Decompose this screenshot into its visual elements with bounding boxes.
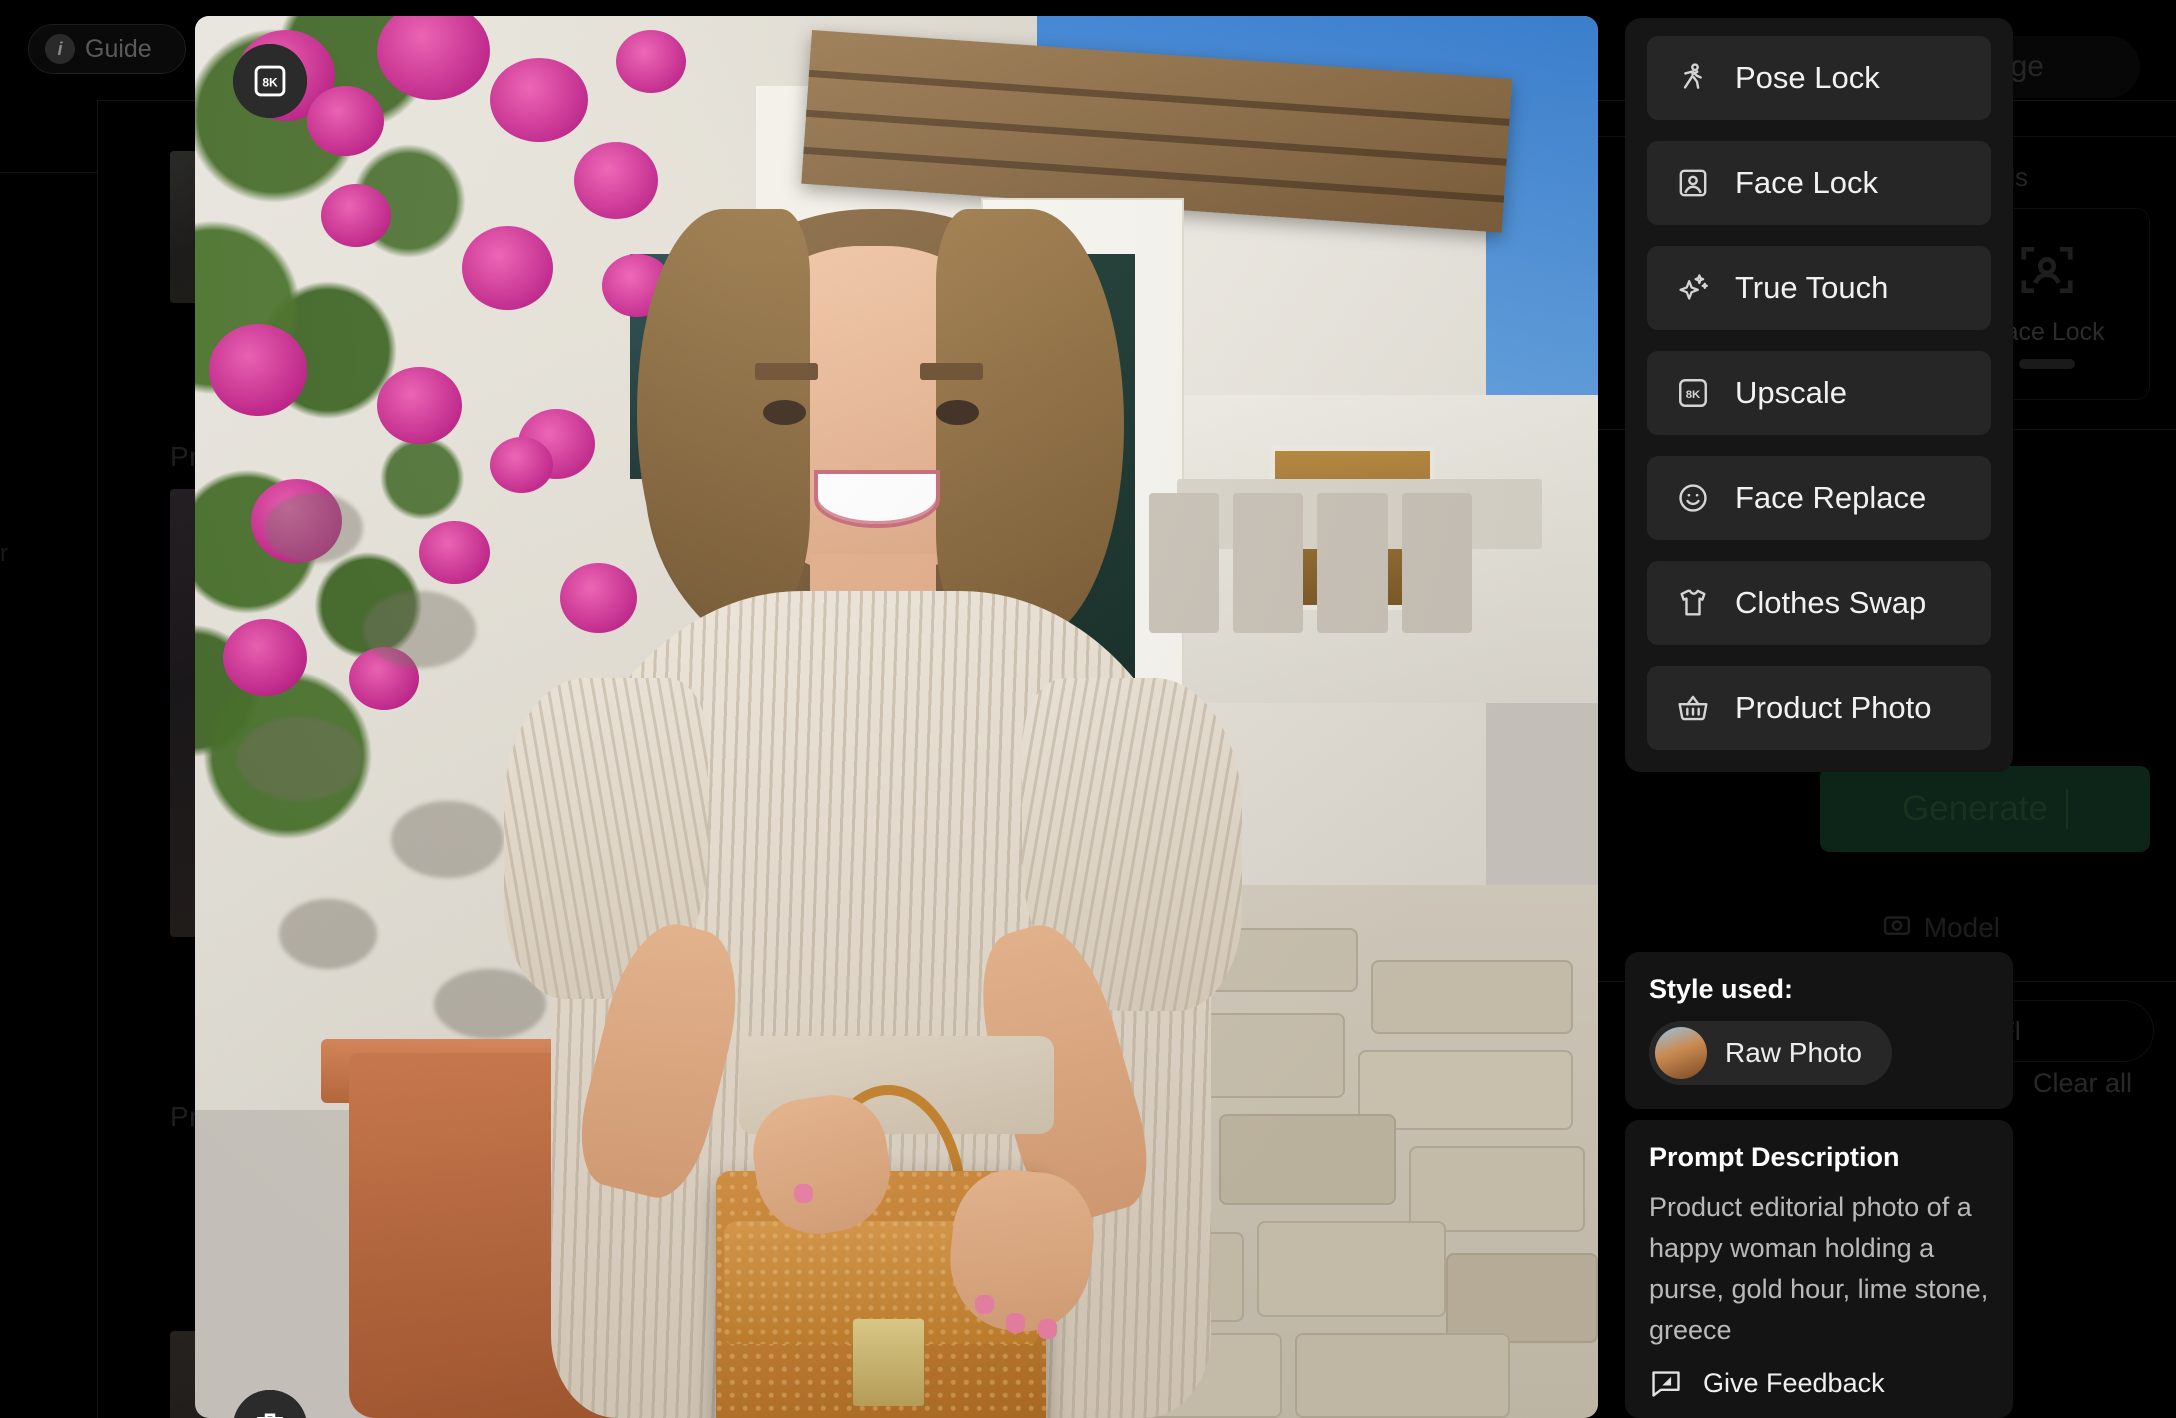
- left-rail-divider: [0, 172, 98, 173]
- model-selector-label: Model: [1923, 911, 2000, 943]
- menu-item-pose-lock[interactable]: Pose Lock: [1647, 36, 1991, 120]
- give-feedback-button[interactable]: Give Feedback: [1625, 1348, 2013, 1418]
- prompt-description-title: Prompt Description: [1649, 1142, 1900, 1172]
- generate-divider: [2065, 789, 2068, 829]
- basket-icon: [1675, 690, 1711, 726]
- photo-lighting-overlay: [195, 16, 1598, 1418]
- menu-item-upscale[interactable]: 8K Upscale: [1647, 351, 1991, 435]
- smiley-icon: [1675, 480, 1711, 516]
- style-chip[interactable]: Raw Photo: [1649, 1021, 1892, 1085]
- image-context-menu: Pose Lock Face Lock True Touch 8K Upscal…: [1625, 18, 2013, 772]
- menu-item-label: Upscale: [1735, 375, 1847, 410]
- menu-item-face-lock[interactable]: Face Lock: [1647, 141, 1991, 225]
- model-selector[interactable]: Model: [1882, 910, 2000, 945]
- generated-photo: [195, 16, 1598, 1418]
- feedback-message-icon: [1649, 1366, 1683, 1400]
- face-lock-icon: [1675, 165, 1711, 201]
- clear-all-button[interactable]: Clear all: [2033, 1068, 2132, 1099]
- style-chip-label: Raw Photo: [1725, 1037, 1862, 1068]
- control-indicator: [2019, 359, 2075, 369]
- style-used-title: Style used:: [1649, 974, 1794, 1004]
- give-feedback-label: Give Feedback: [1703, 1367, 1885, 1398]
- menu-item-label: True Touch: [1735, 270, 1889, 305]
- 8k-icon: 8K: [251, 62, 289, 100]
- menu-item-product-photo[interactable]: Product Photo: [1647, 666, 1991, 750]
- guide-button[interactable]: i Guide: [28, 24, 186, 74]
- generate-button-label: Generate: [1902, 789, 2048, 828]
- 8k-icon: 8K: [1675, 375, 1711, 411]
- image-viewer[interactable]: 8K: [195, 16, 1598, 1418]
- generate-button[interactable]: Generate: [1820, 766, 2150, 852]
- guide-button-label: Guide: [85, 34, 152, 63]
- svg-text:8K: 8K: [1686, 389, 1701, 401]
- style-avatar: [1655, 1027, 1707, 1079]
- menu-item-label: Face Replace: [1735, 480, 1927, 515]
- menu-item-clothes-swap[interactable]: Clothes Swap: [1647, 561, 1991, 645]
- menu-item-true-touch[interactable]: True Touch: [1647, 246, 1991, 330]
- upscale-8k-button[interactable]: 8K: [233, 44, 307, 118]
- face-scan-icon: [2016, 239, 2078, 306]
- svg-text:8K: 8K: [262, 75, 278, 89]
- style-used-card: Style used: Raw Photo: [1625, 952, 2013, 1109]
- tshirt-icon: [1675, 585, 1711, 621]
- prompt-description-card: Prompt Description Product editorial pho…: [1625, 1120, 2013, 1377]
- camera-icon: [1882, 910, 1912, 945]
- prompt-description-body: Product editorial photo of a happy woman…: [1649, 1192, 1989, 1345]
- menu-item-label: Product Photo: [1735, 690, 1932, 725]
- info-circle-icon: i: [45, 34, 75, 64]
- left-rail: r: [0, 100, 98, 1418]
- pose-lock-icon: [1675, 60, 1711, 96]
- menu-item-face-replace[interactable]: Face Replace: [1647, 456, 1991, 540]
- menu-item-label: Clothes Swap: [1735, 585, 1927, 620]
- left-rail-truncated-label: r: [0, 540, 8, 567]
- app-root: i Guide r Product ed Product ed I: [0, 0, 2176, 1418]
- sparkle-icon: [1675, 270, 1711, 306]
- menu-item-label: Pose Lock: [1735, 60, 1880, 95]
- trash-icon: [251, 1408, 289, 1418]
- menu-item-label: Face Lock: [1735, 165, 1879, 200]
